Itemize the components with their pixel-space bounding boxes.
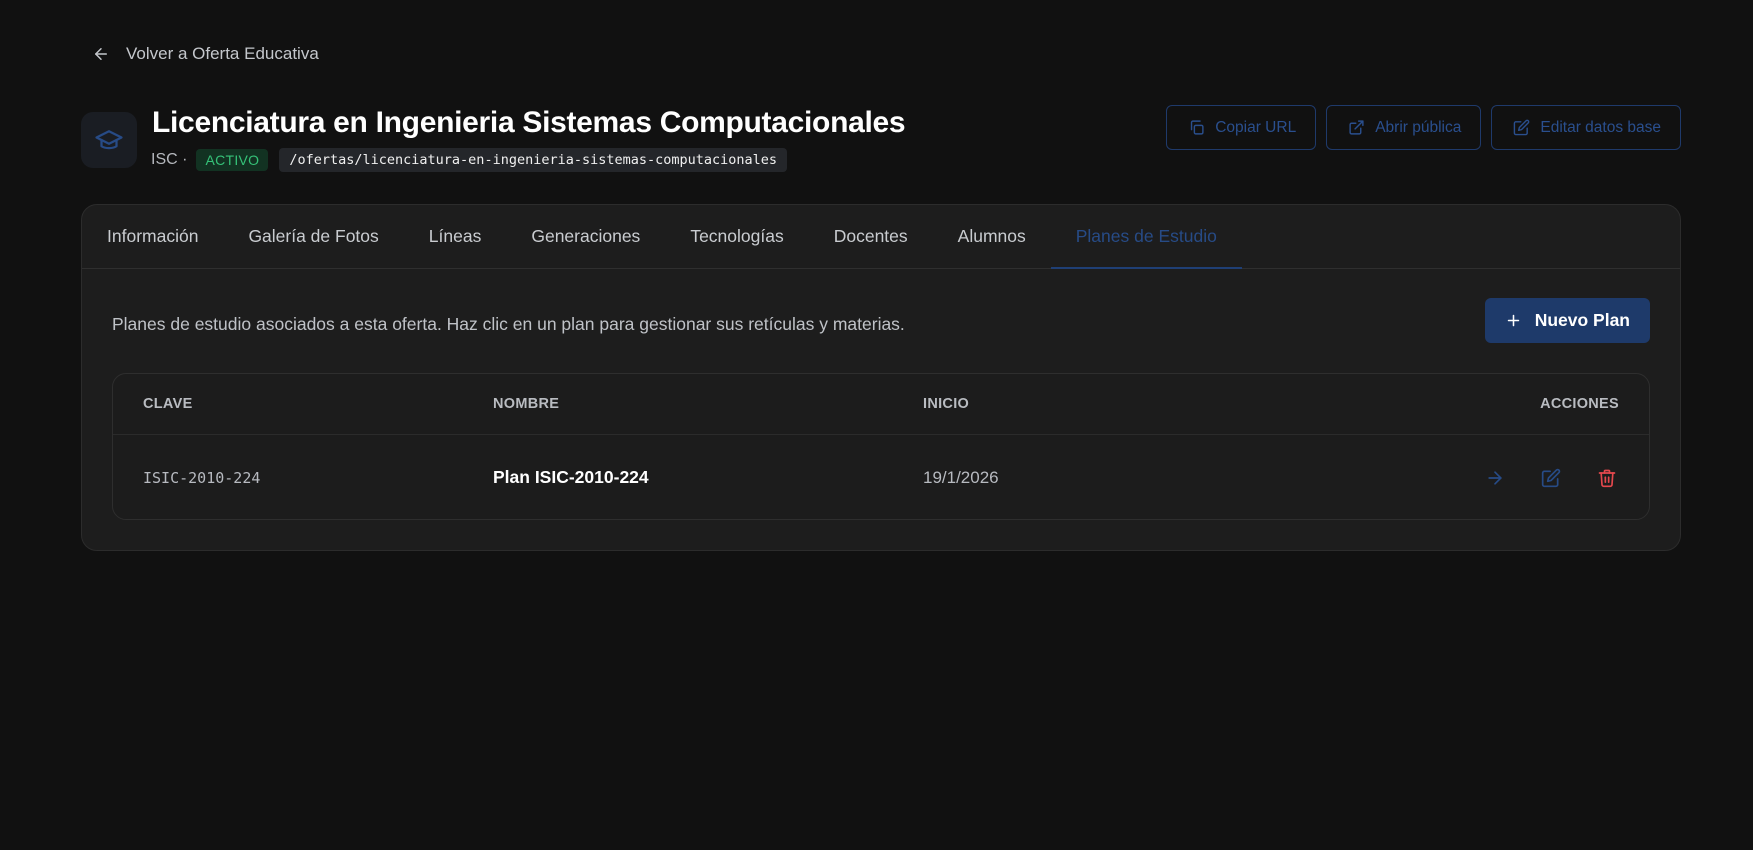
column-header-actions: ACCIONES (1540, 396, 1619, 412)
edit-icon (1541, 468, 1561, 487)
edit-base-label: Editar datos base (1540, 118, 1661, 136)
back-link[interactable]: Volver a Oferta Educativa (92, 44, 319, 64)
edit-plan-button[interactable] (1539, 466, 1563, 490)
column-header-start: INICIO (923, 396, 970, 412)
copy-icon (1191, 120, 1204, 135)
copy-url-button[interactable]: Copiar URL (1166, 105, 1317, 150)
edit-icon (1514, 119, 1530, 136)
status-badge: ACTIVO (196, 149, 269, 171)
open-public-button[interactable]: Abrir pública (1326, 105, 1482, 150)
tab-docentes[interactable]: Docentes (809, 205, 933, 268)
plan-start-date: 19/1/2026 (923, 467, 999, 487)
back-link-label: Volver a Oferta Educativa (126, 44, 319, 63)
offer-code: ISC · (151, 151, 188, 168)
delete-plan-button[interactable] (1595, 466, 1619, 490)
plan-name: Plan ISIC-2010-224 (493, 467, 649, 487)
offer-meta: ISC · ACTIVO /ofertas/licenciatura-en-in… (151, 148, 788, 172)
plus-icon (1507, 314, 1519, 327)
tab-alumnos[interactable]: Alumnos (933, 205, 1051, 268)
open-public-label: Abrir pública (1375, 118, 1462, 136)
tab-lineas[interactable]: Líneas (404, 205, 507, 268)
plans-table: CLAVE NOMBRE INICIO ACCIONES ISIC-2010-2… (112, 373, 1650, 520)
row-actions (1429, 466, 1649, 490)
page-title: Licenciatura en Ingenieria Sistemas Comp… (152, 106, 906, 139)
new-plan-label: Nuevo Plan (1534, 310, 1630, 330)
plans-toolbar: Planes de estudio asociados a esta ofert… (112, 298, 1650, 343)
offer-detail-card: Información Galería de Fotos Líneas Gene… (81, 204, 1681, 551)
trash-icon (1598, 469, 1616, 487)
plans-description: Planes de estudio asociados a esta ofert… (112, 314, 905, 334)
tab-bar: Información Galería de Fotos Líneas Gene… (82, 205, 1680, 269)
tab-tecnologias[interactable]: Tecnologías (665, 205, 808, 268)
copy-url-label: Copiar URL (1215, 118, 1297, 136)
header-actions: Copiar URL Abrir pública Editar datos ba… (1166, 105, 1681, 150)
table-row[interactable]: ISIC-2010-224 Plan ISIC-2010-224 19/1/20… (113, 435, 1649, 519)
tab-generaciones[interactable]: Generaciones (506, 205, 665, 268)
arrow-right-icon (1488, 470, 1502, 485)
column-header-name: NOMBRE (493, 396, 560, 412)
offer-icon-tile (81, 112, 137, 168)
plan-key: ISIC-2010-224 (143, 468, 261, 487)
table-header: CLAVE NOMBRE INICIO ACCIONES (113, 374, 1649, 435)
open-plan-button[interactable] (1483, 466, 1507, 490)
page: Volver a Oferta Educativa Licenciatura e… (0, 0, 1753, 850)
edit-base-button[interactable]: Editar datos base (1491, 105, 1681, 150)
column-header-key: CLAVE (143, 396, 193, 412)
arrow-left-icon (95, 48, 107, 60)
tab-informacion[interactable]: Información (82, 205, 223, 268)
external-link-icon (1349, 120, 1364, 135)
offer-slug: /ofertas/licenciatura-en-ingenieria-sist… (279, 148, 788, 172)
tab-planes-de-estudio[interactable]: Planes de Estudio (1050, 205, 1242, 269)
graduation-cap-icon (95, 130, 123, 150)
tab-galeria-de-fotos[interactable]: Galería de Fotos (223, 205, 403, 268)
new-plan-button[interactable]: Nuevo Plan (1484, 298, 1650, 343)
